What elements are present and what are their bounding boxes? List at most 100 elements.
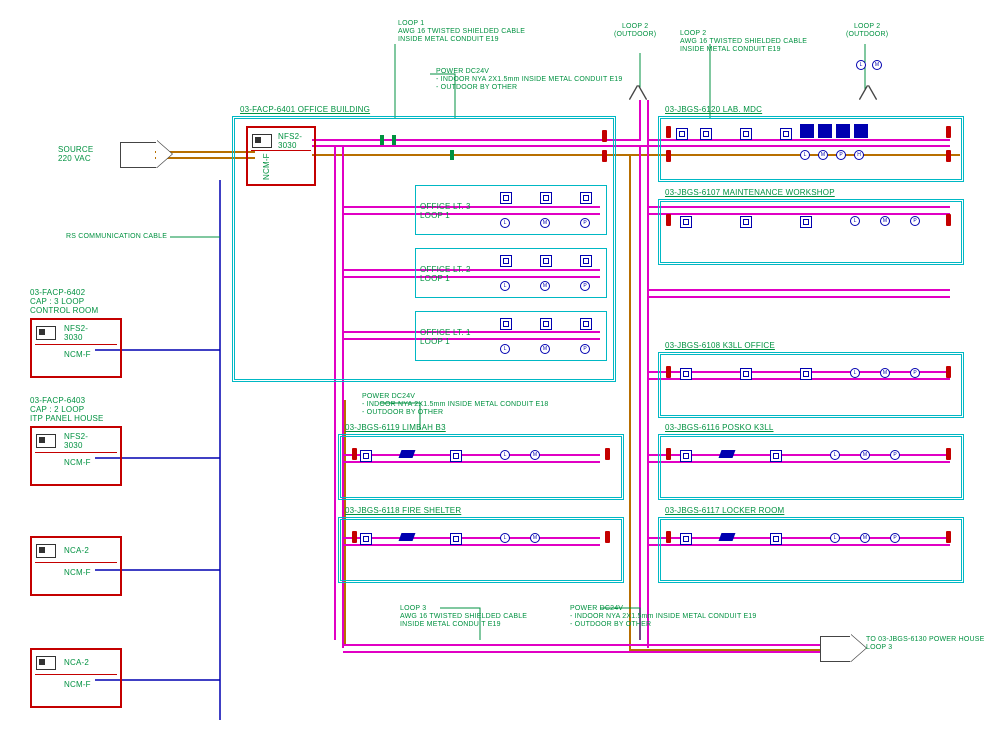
source-label: SOURCE 220 VAC xyxy=(58,145,93,163)
rp0-tag: 03-JBGS-6120 LAB. MDC xyxy=(665,105,762,114)
strobe-icon xyxy=(946,150,951,162)
device-icon xyxy=(680,368,692,380)
tick-icon xyxy=(392,135,396,145)
loop2-arrow-icon xyxy=(630,86,646,100)
fire-alarm-system-diagram: { "source": {"label":"SOURCE\n220 VAC"},… xyxy=(0,0,1000,751)
strobe-icon xyxy=(666,531,671,543)
device-icon xyxy=(540,192,552,204)
dot-l: L xyxy=(850,216,860,226)
device-icon xyxy=(680,533,692,545)
strobe-icon xyxy=(605,531,610,543)
panel-limbah-tag: 03-JBGS-6119 LIMBAH B3 xyxy=(345,423,446,432)
dot-l: L xyxy=(500,450,510,460)
dot-p: P xyxy=(580,218,590,228)
to-powerhouse-label: TO 03-JBGS-6130 POWER HOUSE LOOP 3 xyxy=(866,636,984,652)
strobe-icon xyxy=(352,448,357,460)
rp3-tag: 03-JBGS-6116 POSKO K3LL xyxy=(665,423,774,432)
device-icon xyxy=(580,192,592,204)
side-panel-0-net: NCM-F xyxy=(64,350,91,359)
dot-l: L xyxy=(830,533,840,543)
detector-icon xyxy=(399,450,416,458)
office-lt2-label: OFFICE LT. 2 LOOP 1 xyxy=(420,265,471,283)
dot-p: P xyxy=(910,216,920,226)
office-lt1-label: OFFICE LT. 1 LOOP 1 xyxy=(420,328,471,346)
panel-fire xyxy=(338,517,624,583)
dot-l: L xyxy=(800,150,810,160)
dot-m: M xyxy=(860,450,870,460)
lcd-icon xyxy=(36,326,56,340)
device-icon xyxy=(360,450,372,462)
dot-l: L xyxy=(856,60,866,70)
dot-p: P xyxy=(836,150,846,160)
tick-icon xyxy=(380,135,384,145)
dot-l: L xyxy=(500,218,510,228)
strobe-icon xyxy=(946,448,951,460)
dot-m: M xyxy=(530,450,540,460)
office-lt3-label: OFFICE LT. 3 LOOP 1 xyxy=(420,202,471,220)
detector-icon xyxy=(399,533,416,541)
facp-model: NFS2- 3030 xyxy=(278,132,302,150)
device-icon xyxy=(680,216,692,228)
strobe-icon xyxy=(602,150,607,162)
device-icon xyxy=(800,368,812,380)
rp1 xyxy=(658,199,964,265)
side-panel-1-net: NCM-F xyxy=(64,458,91,467)
source-arrow xyxy=(120,142,157,168)
device-icon xyxy=(700,128,712,140)
device-icon xyxy=(540,255,552,267)
device-icon xyxy=(360,533,372,545)
side-panel-1-title: 03-FACP-6403 CAP : 2 LOOP ITP PANEL HOUS… xyxy=(30,396,104,423)
side-panel-3-model: NCA-2 xyxy=(64,658,89,667)
dot-m: M xyxy=(880,368,890,378)
dot-m: M xyxy=(530,533,540,543)
device-icon xyxy=(680,450,692,462)
side-panel-2-net: NCM-F xyxy=(64,568,91,577)
side-panel-1-model: NFS2- 3030 xyxy=(64,432,88,450)
strobe-icon xyxy=(946,531,951,543)
side-panel-0-title: 03-FACP-6402 CAP : 3 LOOP CONTROL ROOM xyxy=(30,288,98,315)
strobe-icon xyxy=(666,214,671,226)
strobe-icon xyxy=(666,126,671,138)
device-icon xyxy=(676,128,688,140)
device-icon xyxy=(740,368,752,380)
panel-limbah xyxy=(338,434,624,500)
detector-icon xyxy=(719,450,736,458)
detector-icon xyxy=(719,533,736,541)
note-power-bot: POWER DC24V - INDOOR NYA 2X1.5mm INSIDE … xyxy=(570,605,757,629)
device-icon xyxy=(500,255,512,267)
dot-l: L xyxy=(850,368,860,378)
note-loop2-out-right: LOOP 2 (OUTDOOR) xyxy=(846,23,888,39)
note-loop2-cable: LOOP 2 AWG 16 TWISTED SHIELDED CABLE INS… xyxy=(680,30,807,54)
dot-p: P xyxy=(580,344,590,354)
rp1-tag: 03-JBGS-6107 MAINTENANCE WORKSHOP xyxy=(665,188,835,197)
facp-net: NCM-F xyxy=(262,153,271,180)
strobe-icon xyxy=(946,366,951,378)
to-powerhouse-arrow-head xyxy=(850,634,866,662)
device-icon xyxy=(450,450,462,462)
strobe-icon xyxy=(946,214,951,226)
device-icon xyxy=(770,533,782,545)
dot-m: M xyxy=(880,216,890,226)
strobe-icon xyxy=(946,126,951,138)
lcd-icon xyxy=(36,656,56,670)
strobe-icon xyxy=(605,448,610,460)
dot-m: M xyxy=(872,60,882,70)
side-panel-2-model: NCA-2 xyxy=(64,546,89,555)
loop2-arrow-icon xyxy=(860,86,876,100)
device-icon xyxy=(580,318,592,330)
note-loop1: LOOP 1 AWG 16 TWISTED SHIELDED CABLE INS… xyxy=(398,20,525,44)
rp2-tag: 03-JBGS-6108 K3LL OFFICE xyxy=(665,341,775,350)
device-icon xyxy=(500,318,512,330)
lcd-icon xyxy=(252,134,272,148)
side-panel-0-model: NFS2- 3030 xyxy=(64,324,88,342)
note-power-mid: POWER DC24V - INDOOR NYA 2X1.5mm INSIDE … xyxy=(362,393,549,417)
to-powerhouse-arrow xyxy=(820,636,851,662)
dot-l: L xyxy=(500,533,510,543)
dot-m: M xyxy=(540,218,550,228)
strobe-icon xyxy=(666,150,671,162)
device-icon xyxy=(450,533,462,545)
lcd-icon xyxy=(36,434,56,448)
dot-m: M xyxy=(818,150,828,160)
side-panel-1: NFS2- 3030 NCM-F xyxy=(30,426,122,486)
side-panel-0: NFS2- 3030 NCM-F xyxy=(30,318,122,378)
